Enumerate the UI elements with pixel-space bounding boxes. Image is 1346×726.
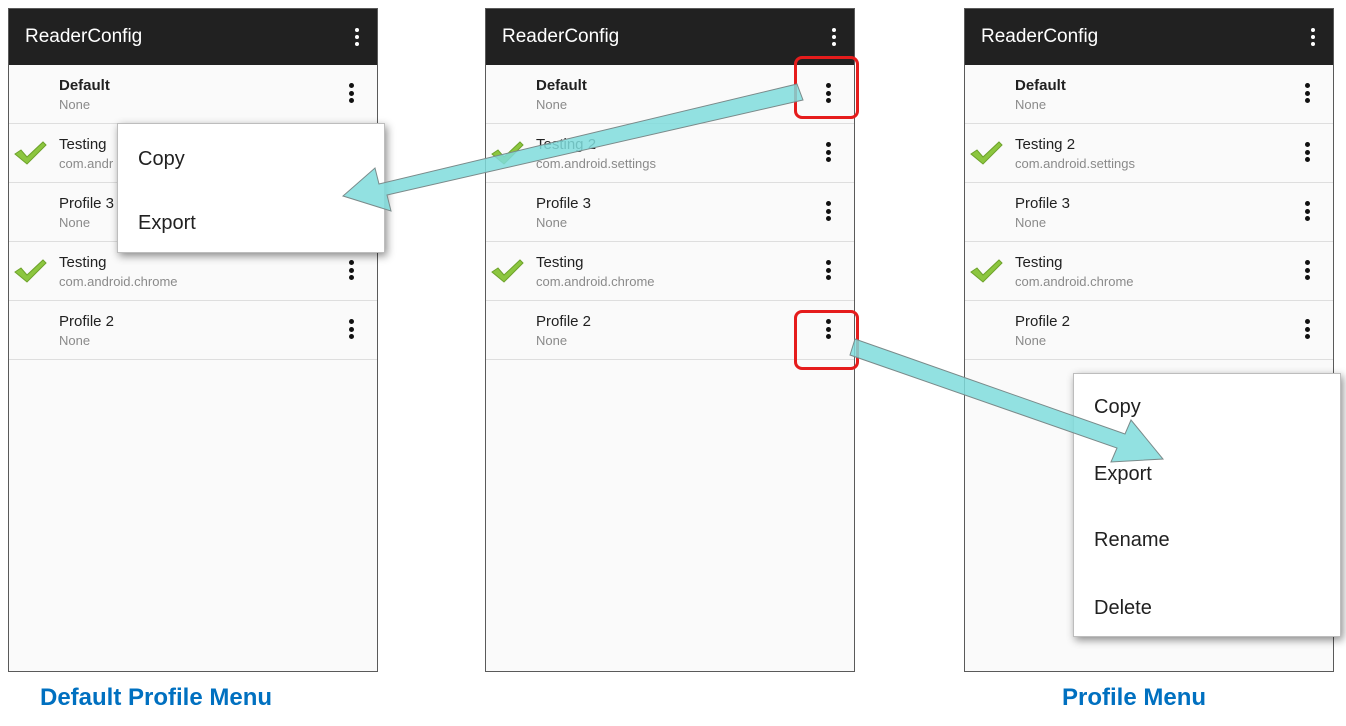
more-vertical-icon: [1304, 140, 1310, 164]
profile-subtitle: com.android.settings: [1015, 156, 1135, 171]
profile-list: Default None Testing 2 com.android.setti…: [965, 65, 1333, 360]
overflow-menu-button[interactable]: [1305, 25, 1321, 49]
profile-subtitle: None: [536, 97, 568, 112]
profile-subtitle: None: [536, 215, 568, 230]
checkmark-icon: [491, 259, 524, 283]
checkmark-icon: [970, 141, 1003, 165]
profile-popup-menu: Copy Export Rename Delete: [1073, 373, 1341, 637]
more-vertical-icon: [1304, 317, 1310, 341]
checkmark-icon: [14, 141, 47, 165]
profile-more-button[interactable]: [822, 139, 834, 165]
profile-row-testing[interactable]: Testing com.android.chrome: [486, 242, 854, 301]
caption-default-profile-menu: Default Profile Menu: [40, 684, 273, 711]
app-title: ReaderConfig: [502, 26, 620, 47]
menu-item-delete[interactable]: Delete: [1094, 597, 1152, 620]
profile-name: Default: [59, 77, 110, 94]
profile-more-button[interactable]: [345, 316, 357, 342]
profile-more-button[interactable]: [822, 257, 834, 283]
checkmark-icon: [491, 141, 524, 165]
checkmark-icon: [14, 259, 47, 283]
menu-item-export[interactable]: Export: [138, 212, 196, 235]
profile-name: Testing: [536, 254, 584, 271]
default-profile-popup-menu: Copy Export: [117, 123, 385, 253]
phone-screen-default-menu: ReaderConfig Default None Testing com.an…: [8, 8, 378, 672]
profile-row-profile-3[interactable]: Profile 3 None: [965, 183, 1333, 242]
more-vertical-icon: [1304, 258, 1310, 282]
more-vertical-icon: [825, 140, 831, 164]
profile-more-button[interactable]: [1301, 316, 1313, 342]
caption-profile-menu: Profile Menu: [1062, 684, 1207, 711]
overflow-menu-button[interactable]: [826, 25, 842, 49]
more-vertical-icon: [348, 317, 354, 341]
app-title: ReaderConfig: [981, 26, 1099, 47]
highlight-default-more-button: [794, 56, 859, 119]
profile-subtitle: None: [1015, 97, 1047, 112]
more-vertical-icon: [831, 26, 837, 48]
menu-item-rename[interactable]: Rename: [1094, 529, 1170, 552]
profile-name: Profile 3: [59, 195, 115, 212]
profile-subtitle: com.andr: [59, 156, 114, 171]
more-vertical-icon: [1304, 199, 1310, 223]
profile-row-testing-2[interactable]: Testing 2 com.android.settings: [965, 124, 1333, 183]
profile-name: Testing: [59, 254, 107, 271]
profile-row-profile-2[interactable]: Profile 2 None: [9, 301, 377, 360]
more-vertical-icon: [348, 258, 354, 282]
profile-name: Testing 2: [1015, 136, 1076, 153]
profile-subtitle: None: [59, 215, 91, 230]
profile-subtitle: None: [536, 333, 568, 348]
profile-name: Profile 2: [59, 313, 115, 330]
profile-more-button[interactable]: [1301, 257, 1313, 283]
profile-name: Profile 3: [1015, 195, 1071, 212]
highlight-profile-more-button: [794, 310, 859, 370]
checkmark-icon: [970, 259, 1003, 283]
profile-more-button[interactable]: [1301, 198, 1313, 224]
menu-item-copy[interactable]: Copy: [1094, 396, 1141, 419]
profile-subtitle: None: [59, 97, 91, 112]
profile-row-default[interactable]: Default None: [965, 65, 1333, 124]
more-vertical-icon: [825, 258, 831, 282]
profile-more-button[interactable]: [1301, 139, 1313, 165]
profile-name: Profile 2: [1015, 313, 1071, 330]
profile-row-testing[interactable]: Testing com.android.chrome: [965, 242, 1333, 301]
more-vertical-icon: [1304, 81, 1310, 105]
profile-subtitle: com.android.settings: [536, 156, 656, 171]
profile-more-button[interactable]: [822, 198, 834, 224]
profile-name: Profile 2: [536, 313, 592, 330]
profile-subtitle: com.android.chrome: [1015, 274, 1134, 289]
profile-row-testing-2[interactable]: Testing 2 com.android.settings: [486, 124, 854, 183]
profile-row-default[interactable]: Default None: [9, 65, 377, 124]
overflow-menu-button[interactable]: [349, 25, 365, 49]
profile-subtitle: com.android.chrome: [59, 274, 178, 289]
profile-name: Testing: [59, 136, 107, 153]
more-vertical-icon: [1310, 26, 1316, 48]
profile-name: Profile 3: [536, 195, 592, 212]
profile-more-button[interactable]: [345, 80, 357, 106]
profile-row-profile-2[interactable]: Profile 2 None: [965, 301, 1333, 360]
profile-more-button[interactable]: [1301, 80, 1313, 106]
profile-subtitle: None: [1015, 333, 1047, 348]
more-vertical-icon: [825, 199, 831, 223]
app-title: ReaderConfig: [25, 26, 143, 47]
more-vertical-icon: [348, 81, 354, 105]
profile-more-button[interactable]: [345, 257, 357, 283]
menu-item-copy[interactable]: Copy: [138, 148, 185, 171]
profile-name: Testing 2: [536, 136, 597, 153]
more-vertical-icon: [354, 26, 360, 48]
profile-name: Default: [536, 77, 587, 94]
profile-subtitle: com.android.chrome: [536, 274, 655, 289]
app-bar: ReaderConfig: [9, 9, 377, 65]
profile-name: Default: [1015, 77, 1066, 94]
menu-item-export[interactable]: Export: [1094, 463, 1152, 486]
profile-name: Testing: [1015, 254, 1063, 271]
profile-subtitle: None: [59, 333, 91, 348]
profile-subtitle: None: [1015, 215, 1047, 230]
profile-row-profile-3[interactable]: Profile 3 None: [486, 183, 854, 242]
app-bar: ReaderConfig: [965, 9, 1333, 65]
